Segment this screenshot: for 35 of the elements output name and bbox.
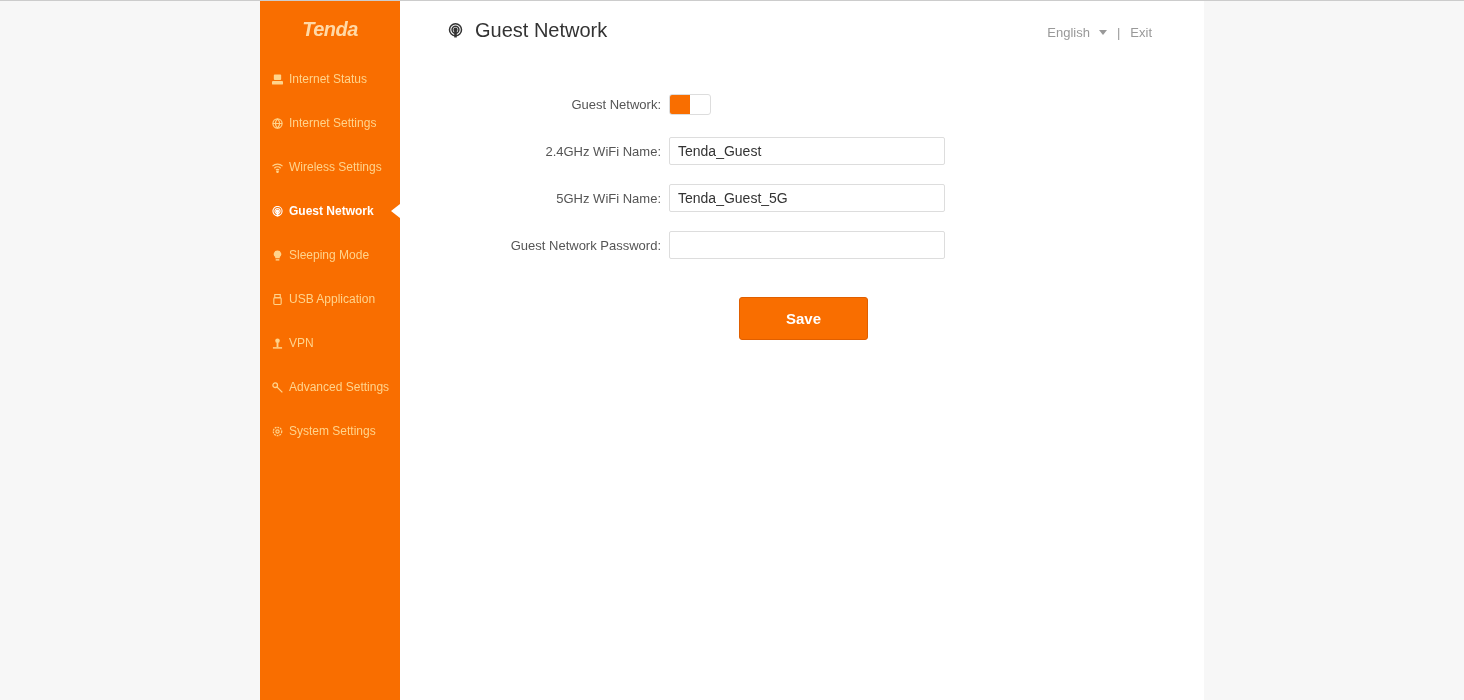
- sidebar-item[interactable]: Wireless Settings: [260, 145, 400, 189]
- toggle-switch[interactable]: [669, 93, 711, 115]
- sidebar-item[interactable]: Internet Status: [260, 57, 400, 101]
- save-button[interactable]: Save: [739, 297, 868, 340]
- usb-icon: [272, 293, 283, 305]
- bulb-icon: [272, 249, 283, 261]
- page-title: Guest Network: [475, 18, 608, 42]
- sidebar-item[interactable]: Advanced Settings: [260, 365, 400, 409]
- sidebar-item[interactable]: USB Application: [260, 277, 400, 321]
- sidebar-item[interactable]: System Settings: [260, 409, 400, 453]
- separator: |: [1116, 24, 1121, 40]
- input-field[interactable]: [669, 231, 945, 259]
- field-label: Guest Network Password:: [509, 237, 662, 253]
- wifi-icon: [272, 161, 283, 173]
- input-field[interactable]: Tenda_Guest_5G: [669, 184, 945, 212]
- caret-icon: [1098, 29, 1107, 35]
- sidebar-item[interactable]: Sleeping Mode: [260, 233, 400, 277]
- broadcast-icon: [272, 205, 283, 217]
- wrench-icon: [272, 381, 283, 393]
- monitor-icon: [272, 73, 283, 85]
- gear-icon: [272, 425, 283, 437]
- language-dropdown[interactable]: English: [1047, 24, 1107, 40]
- active-pointer: [391, 204, 400, 218]
- broadcast-icon: [448, 22, 463, 38]
- field-label: 5GHz WiFi Name:: [555, 190, 662, 206]
- input-field[interactable]: Tenda_Guest: [669, 137, 945, 165]
- logo: Tenda: [301, 17, 359, 42]
- person-icon: [272, 337, 283, 349]
- exit-link[interactable]: Exit: [1130, 24, 1152, 40]
- field-label: Guest Network:: [570, 96, 662, 112]
- sidebar-item[interactable]: Internet Settings: [260, 101, 400, 145]
- field-label: 2.4GHz WiFi Name:: [544, 143, 662, 159]
- sidebar-item[interactable]: Guest Network: [260, 189, 400, 233]
- sidebar-item[interactable]: VPN: [260, 321, 400, 365]
- globe-icon: [272, 117, 283, 129]
